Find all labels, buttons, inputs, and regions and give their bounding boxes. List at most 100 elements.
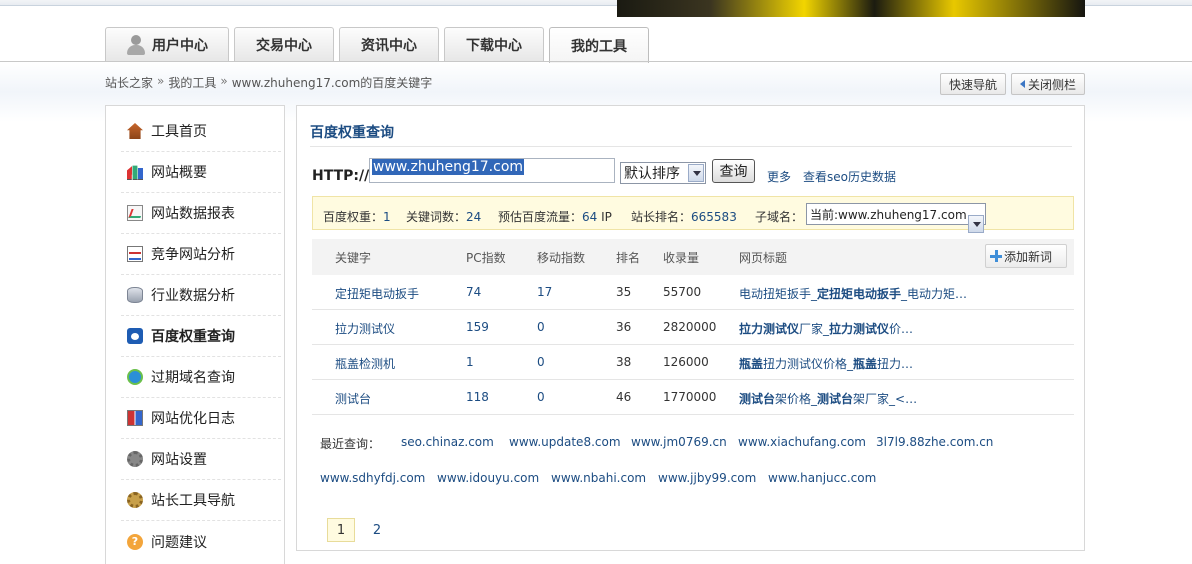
recent-query-link[interactable]: www.update8.com [509,435,621,449]
col-included: 收录量 [663,251,700,265]
sidebar-item-site-settings[interactable]: 网站设置 [121,439,281,480]
recent-queries-label: 最近查询： [320,437,381,451]
table-row: 定扭矩电动扳手 74 17 35 55700 电动扭矩扳手_定扭矩电动扳手_电动… [312,275,1074,310]
pc-index-link[interactable]: 74 [466,285,481,299]
help-icon: ? [127,533,143,550]
add-keyword-label: 添加新词 [1004,249,1053,264]
page-title: 百度权重查询 [310,125,394,141]
sidebar-item-label: 网站概要 [151,165,207,181]
breadcrumb-home[interactable]: 站长之家 [105,74,153,91]
recent-query-link[interactable]: www.idouyu.com [437,471,539,485]
main-tabs: 用户中心 交易中心 资讯中心 下载中心 我的工具 [105,27,654,63]
rank-value: 38 [616,355,632,369]
tab-label: 交易中心 [256,38,312,54]
add-keyword-button[interactable]: 添加新词 [985,244,1067,268]
keyword-count-stat: 关键词数：24 [406,210,482,224]
sidebar-item-site-overview[interactable]: 网站概要 [121,152,281,193]
page-title-link[interactable]: 瓶盖扭力测试仪价格_瓶盖扭力… [739,355,913,372]
sidebar-item-label: 竞争网站分析 [151,247,235,263]
close-sidebar-button[interactable]: 关闭侧栏 [1010,73,1085,95]
sidebar-item-expired-domain[interactable]: 过期域名查询 [121,357,281,398]
page-link-current[interactable]: 1 [327,518,355,542]
expire-domain-icon [127,369,143,385]
page-title-link[interactable]: 拉力测试仪厂家_拉力测试仪价… [739,320,913,337]
tab-trade-center[interactable]: 交易中心 [234,27,334,62]
breadcrumb-section[interactable]: 我的工具 [168,74,216,91]
subdomain-select[interactable]: 当前:www.zhuheng17.com [806,203,986,233]
more-link[interactable]: 更多 [767,168,791,185]
quick-nav-label: 快速导航 [948,77,997,92]
sidebar: 工具首页 网站概要 网站数据报表 竞争网站分析 行业数据分析 百度权重查询 过期… [105,105,285,564]
page-title-link[interactable]: 测试台架价格_测试台架厂家_<… [739,390,917,407]
sidebar-item-baidu-weight[interactable]: 百度权重查询 [121,316,281,357]
recent-query-link[interactable]: www.hanjucc.com [768,471,876,485]
keyword-link[interactable]: 拉力测试仪 [335,320,395,337]
recent-query-link[interactable]: www.jm0769.cn [631,435,727,449]
sidebar-item-seo-log[interactable]: 网站优化日志 [121,398,281,439]
sidebar-item-label: 网站优化日志 [151,411,235,427]
sidebar-item-tools-nav[interactable]: 站长工具导航 [121,480,281,521]
sidebar-item-label: 站长工具导航 [151,493,235,509]
page-title-link[interactable]: 电动扭矩扳手_定扭矩电动扳手_电动力矩… [739,285,967,302]
sidebar-item-label: 网站设置 [151,452,207,468]
keyword-link[interactable]: 定扭矩电动扳手 [335,285,419,302]
sidebar-item-label: 问题建议 [151,534,207,551]
tab-my-tools[interactable]: 我的工具 [549,27,649,63]
sidebar-item-data-report[interactable]: 网站数据报表 [121,193,281,234]
query-button[interactable]: 查询 [712,159,755,183]
tab-divider [0,61,1192,62]
ad-banner[interactable] [617,0,1085,17]
mobile-index-link[interactable]: 17 [537,285,552,299]
collapse-left-icon [1019,80,1025,88]
baidu-paw-icon [127,328,143,344]
sidebar-item-industry-analysis[interactable]: 行业数据分析 [121,275,281,316]
mobile-index-link[interactable]: 0 [537,390,545,404]
included-value: 1770000 [663,390,717,404]
seo-history-link[interactable]: 查看seo历史数据 [803,168,896,185]
recent-query-link[interactable]: www.nbahi.com [551,471,646,485]
recent-query-link[interactable]: www.xiachufang.com [738,435,866,449]
table-row: 拉力测试仪 159 0 36 2820000 拉力测试仪厂家_拉力测试仪价… [312,310,1074,345]
main-panel: 百度权重查询 HTTP:// www.zhuheng17.com 默认排序 查询… [296,105,1085,551]
sort-select[interactable]: 默认排序 [620,162,706,184]
sidebar-item-label: 工具首页 [151,124,207,140]
recent-query-link[interactable]: www.sdhyfdj.com [320,471,425,485]
weight-stat: 百度权重：1 [323,210,391,224]
keyword-link[interactable]: 瓶盖检测机 [335,355,395,372]
recent-query-link[interactable]: seo.chinaz.com [401,435,494,449]
pc-index-link[interactable]: 159 [466,320,489,334]
url-input[interactable]: www.zhuheng17.com [369,158,615,183]
table-header: 关键字 PC指数 移动指数 排名 收录量 网页标题 [312,239,1074,275]
title-divider [310,146,1072,147]
pc-index-link[interactable]: 1 [466,355,474,369]
plus-icon [990,250,1002,262]
col-page-title: 网页标题 [739,251,788,265]
tab-download-center[interactable]: 下载中心 [444,27,544,62]
tab-news-center[interactable]: 资讯中心 [339,27,439,62]
quick-nav-button[interactable]: 快速导航 [939,73,1006,95]
sidebar-item-feedback[interactable]: ? 问题建议 [121,521,281,562]
sidebar-item-tools-home[interactable]: 工具首页 [121,111,281,152]
breadcrumb-sep: » [157,74,165,88]
tab-user-center[interactable]: 用户中心 [105,27,229,62]
home-icon [127,123,143,139]
mobile-index-link[interactable]: 0 [537,355,545,369]
chevron-down-icon [968,215,984,233]
recent-query-link[interactable]: www.jjby99.com [658,471,756,485]
subdomain-select-value: 当前:www.zhuheng17.com [810,207,967,222]
rank-value: 36 [616,320,632,334]
page-link[interactable]: 2 [363,518,391,542]
pc-index-link[interactable]: 118 [466,390,489,404]
keyword-link[interactable]: 测试台 [335,390,371,407]
recent-query-link[interactable]: 3l7l9.88zhe.com.cn [876,435,993,449]
tab-label: 我的工具 [571,38,627,55]
mobile-index-link[interactable]: 0 [537,320,545,334]
col-rank: 排名 [616,251,641,265]
sort-select-value: 默认排序 [624,166,680,182]
log-book-icon [127,410,143,426]
user-icon [126,34,146,56]
sidebar-item-label: 网站数据报表 [151,206,235,222]
url-input-value: www.zhuheng17.com [372,159,525,175]
sidebar-item-label: 百度权重查询 [151,329,235,345]
sidebar-item-competitor-analysis[interactable]: 竞争网站分析 [121,234,281,275]
